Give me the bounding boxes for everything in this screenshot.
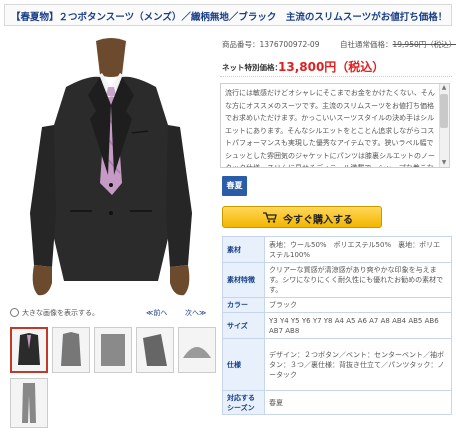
spec-row-color: カラー ブラック [222, 297, 452, 313]
net-price-value: 13,800円（税込） [278, 60, 385, 74]
spec-label: サイズ [222, 312, 265, 339]
main-product-image[interactable] [8, 35, 214, 305]
spec-value: クリアーな質感が清涼感があり爽やかな印象を与えます。シワになりにくく耐久性にも優… [264, 262, 452, 298]
spec-value: ブラック [264, 297, 452, 313]
description-box[interactable]: 流行には敏感だけどオシャレにそこまでお金をかけたくない、そんな方にオススメのスー… [220, 83, 450, 168]
thumbnail-4[interactable] [136, 327, 174, 373]
code-value: 1376700972-09 [259, 40, 320, 49]
thumbnail-2[interactable] [52, 327, 90, 373]
zoom-icon[interactable] [10, 308, 19, 317]
spec-label: カラー [222, 297, 265, 313]
net-price-label: ネット特別価格： [222, 63, 282, 72]
description-text: 流行には敏感だけどオシャレにそこまでお金をかけたくない、そんな方にオススメのスー… [225, 89, 435, 168]
spec-row-material-feature: 素材特徴 クリアーな質感が清涼感があり爽やかな印象を与えます。シワになりにくく耐… [222, 262, 452, 298]
prev-image-link[interactable]: ≪前へ [146, 308, 167, 318]
spec-table: 素材 表地：ウール50% ポリエステル50% 裏地：ポリエステル100% 素材特… [222, 236, 452, 415]
spec-value: 春夏 [264, 390, 452, 415]
scroll-down-icon[interactable]: ▼ [440, 159, 448, 167]
list-price: 自社通常価格：19,950円（税込） [340, 39, 456, 50]
spec-label: 対応するシーズン [222, 390, 265, 415]
spec-value: Y3 Y4 Y5 Y6 Y7 Y8 A4 A5 A6 A7 A8 AB4 AB5… [264, 312, 452, 339]
cart-icon [263, 212, 277, 223]
description-scrollbar[interactable]: ▲ ▼ [439, 84, 449, 167]
spec-label: 素材特徴 [222, 262, 265, 298]
list-price-value: 19,950円（税込） [392, 40, 456, 49]
scroll-up-icon[interactable]: ▲ [440, 84, 448, 92]
image-nav-row: 大きな画像を表示する。 ≪前へ 次へ≫ [10, 307, 214, 319]
spec-row-material: 素材 表地：ウール50% ポリエステル50% 裏地：ポリエステル100% [222, 236, 452, 263]
zoom-link[interactable]: 大きな画像を表示する。 [22, 308, 99, 318]
code-label: 商品番号： [222, 40, 260, 49]
price-block: 商品番号：1376700972-09 自社通常価格：19,950円（税込） ネッ… [220, 35, 456, 77]
spec-label: 仕様 [222, 338, 265, 391]
title-bar: 【春夏物】２つボタンスーツ（メンズ）／織柄無地／ブラック 主流のスリムスーツがお… [4, 4, 452, 26]
scroll-thumb[interactable] [440, 94, 448, 128]
thumbnail-3[interactable] [94, 327, 132, 373]
thumbnail-6[interactable] [10, 378, 48, 428]
product-code: 商品番号：1376700972-09 [222, 39, 319, 50]
list-price-label: 自社通常価格： [340, 40, 393, 49]
spec-value: 表地：ウール50% ポリエステル50% 裏地：ポリエステル100% [264, 236, 452, 263]
season-badge: 春夏 [222, 176, 247, 196]
spec-row-season: 対応するシーズン 春夏 [222, 390, 452, 415]
thumbnail-1[interactable] [10, 327, 48, 373]
buy-now-label: 今すぐ購入する [283, 215, 353, 226]
spec-row-size: サイズ Y3 Y4 Y5 Y6 Y7 Y8 A4 A5 A6 A7 A8 AB4… [222, 312, 452, 339]
spec-value: デザイン：２つボタン／ベント：センターベント／袖ボタン：３つ／裏仕様：背抜き仕立… [264, 338, 452, 391]
buy-now-button[interactable]: 今すぐ購入する [222, 206, 382, 228]
next-image-link[interactable]: 次へ≫ [185, 308, 206, 318]
spec-label: 素材 [222, 236, 265, 263]
product-title: 【春夏物】２つボタンスーツ（メンズ）／織柄無地／ブラック 主流のスリムスーツがお… [11, 12, 448, 23]
spec-row-details: 仕様 デザイン：２つボタン／ベント：センターベント／袖ボタン：３つ／裏仕様：背抜… [222, 338, 452, 391]
thumbnail-5[interactable] [178, 327, 216, 373]
